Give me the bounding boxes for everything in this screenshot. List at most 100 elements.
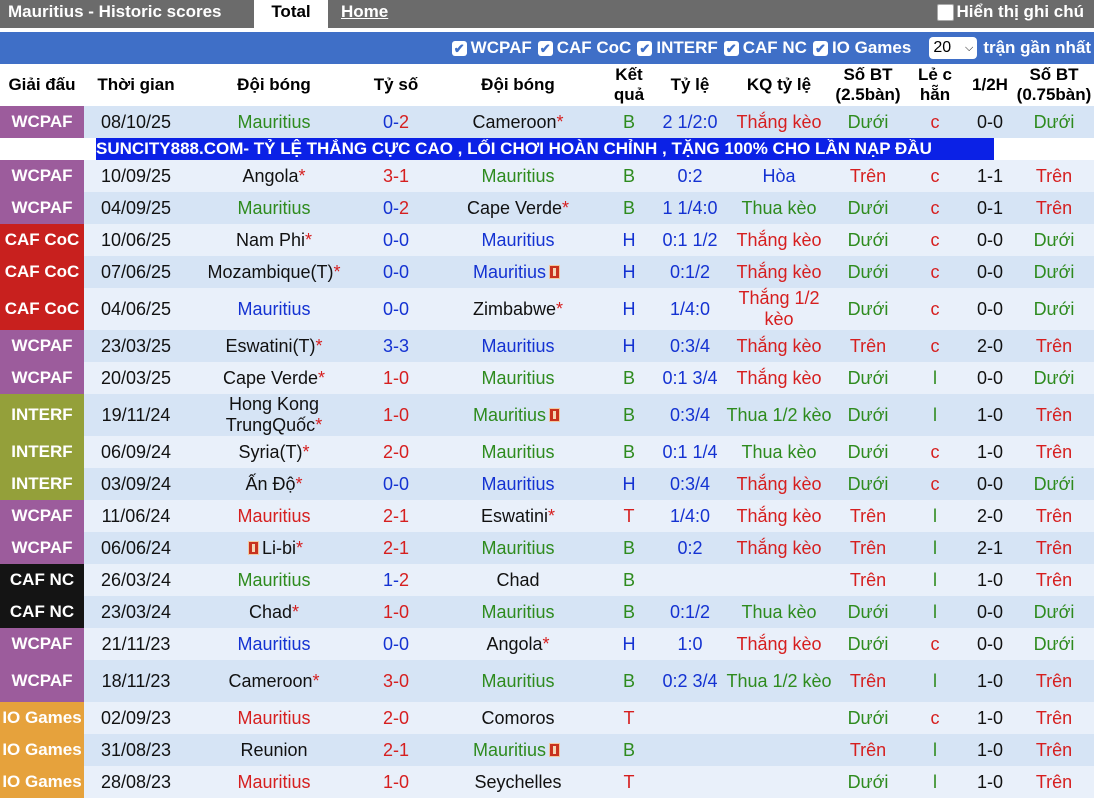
score-home: 3 [382, 335, 393, 356]
show-notes-checkbox[interactable] [936, 3, 954, 21]
home-team: Angola [242, 165, 299, 186]
table-row[interactable]: WCPAF 06/06/24 Li-bi* 2-1 Mauritius B 0:2 Thắng… [0, 532, 1094, 564]
column-header[interactable]: Số BT (0.75bàn) [1014, 64, 1094, 106]
star-icon: * [556, 111, 564, 132]
odds-result: Thua kèo [741, 441, 817, 462]
checkbox-checked-icon[interactable]: ✔ [451, 40, 467, 56]
match-date: 19/11/24 [101, 404, 171, 425]
away-team-cell: Mauritius [432, 330, 604, 362]
checkbox-checked-icon[interactable]: ✔ [637, 40, 653, 56]
star-icon: * [318, 367, 326, 388]
table-row[interactable]: CAF NC 23/03/24 Chad* 1-0 Mauritius B 0:1/2 Thu… [0, 596, 1094, 628]
home-team: Mauritius [237, 771, 311, 792]
result-cell: B [604, 532, 654, 564]
filter-label: IO Games [831, 38, 912, 57]
away-team: Mauritius [481, 473, 555, 494]
score-cell: 0-0 [360, 628, 432, 660]
over-under: Trên [849, 335, 887, 356]
table-row[interactable]: WCPAF 23/03/25 Eswatini(T)* 3-3 Mauritius H 0:… [0, 330, 1094, 362]
table-row[interactable]: IO Games 31/08/23 Reunion 2-1 Mauritius B Trên… [0, 734, 1094, 766]
odd-even-cell: l [904, 362, 966, 394]
table-row[interactable]: WCPAF 04/09/25 Mauritius 0-2 Cape Verde* B 1 1… [0, 192, 1094, 224]
over-under-075: Trên [1035, 441, 1073, 462]
over-under-075-cell: Dưới [1014, 224, 1094, 256]
away-team: Cameroon [472, 111, 557, 132]
odd-even-cell: l [904, 532, 966, 564]
home-team: Mozambique(T) [207, 261, 334, 282]
home-team: Mauritius [237, 633, 311, 654]
half-time-cell: 1-0 [966, 660, 1014, 702]
table-row[interactable]: INTERF 19/11/24 Hong Kong TrungQuốc* 1-0 Mau… [0, 394, 1094, 436]
checkbox-checked-icon[interactable]: ✔ [723, 40, 739, 56]
half-time-cell: 0-1 [966, 192, 1014, 224]
ad-banner-link[interactable]: SUNCITY888.COM- TỶ LỆ THẮNG CỰC CAO , LỐ… [96, 138, 994, 160]
result-cell: B [604, 660, 654, 702]
over-under: Dưới [847, 473, 889, 494]
table-row[interactable]: CAF NC 26/03/24 Mauritius 1-2 Chad B Trên l 1-0 T… [0, 564, 1094, 596]
column-header[interactable]: 1/2H [966, 64, 1014, 106]
half-time-score: 0-0 [976, 298, 1003, 319]
table-row[interactable]: WCPAF 10/09/25 Angola* 3-1 Mauritius B 0:2 Hòa T… [0, 160, 1094, 192]
match-count-select[interactable]: 20 ⌵ [929, 37, 978, 59]
over-under-cell: Dưới [832, 224, 904, 256]
column-header[interactable]: Thời gian [84, 64, 188, 106]
match-result: B [622, 111, 635, 132]
score-cell: 0-2 [360, 192, 432, 224]
odd-even: l [933, 771, 937, 792]
column-header[interactable]: Tỷ lệ [654, 64, 726, 106]
table-row[interactable]: CAF CoC 10/06/25 Nam Phi* 0-0 Mauritius H 0:1 … [0, 224, 1094, 256]
league-cell: INTERF [0, 394, 84, 436]
over-under-cell: Dưới [832, 628, 904, 660]
score-cell: 2-0 [360, 702, 432, 734]
score-cell: 1-2 [360, 564, 432, 596]
filter-caf-nc[interactable]: ✔ CAF NC [723, 38, 807, 58]
score-away: 0 [399, 771, 410, 792]
filter-wcpaf[interactable]: ✔ WCPAF [451, 38, 532, 58]
table-row[interactable]: INTERF 03/09/24 Ấn Độ* 0-0 Mauritius H 0:3/4 Th… [0, 468, 1094, 500]
odds-result: Thắng kèo [736, 473, 822, 494]
home-team-cell: Mauritius [188, 702, 360, 734]
table-row[interactable]: WCPAF 21/11/23 Mauritius 0-0 Angola* H 1:0 Thắn… [0, 628, 1094, 660]
match-date: 04/06/25 [100, 298, 172, 319]
column-header[interactable]: Giải đấu [0, 64, 84, 106]
away-team-cell: Mauritius [432, 660, 604, 702]
column-header[interactable]: KQ tỷ lệ [726, 64, 832, 106]
match-date: 06/09/24 [100, 441, 172, 462]
table-row[interactable]: IO Games 02/09/23 Mauritius 2-0 Comoros T Dưới… [0, 702, 1094, 734]
red-card-icon [549, 264, 561, 279]
table-row[interactable]: CAF CoC 04/06/25 Mauritius 0-0 Zimbabwe* H 1/4… [0, 288, 1094, 330]
table-row[interactable]: WCPAF 18/11/23 Cameroon* 3-0 Mauritius B 0:2 3… [0, 660, 1094, 702]
table-row[interactable]: IO Games 28/08/23 Mauritius 1-0 Seychelles T D… [0, 766, 1094, 798]
score-away: 2 [399, 111, 410, 132]
filter-interf[interactable]: ✔ INTERF [637, 38, 718, 58]
table-row[interactable]: CAF CoC 07/06/25 Mozambique(T)* 0-0 Mauritiu… [0, 256, 1094, 288]
score-away: 0 [399, 404, 410, 425]
column-header[interactable]: Số BT (2.5bàn) [832, 64, 904, 106]
odd-even: c [930, 473, 940, 494]
checkbox-checked-icon[interactable]: ✔ [812, 40, 828, 56]
show-notes-toggle[interactable]: Hiển thị ghi chú [936, 2, 1084, 22]
column-header[interactable]: Lẻ c hẵn [904, 64, 966, 106]
table-row[interactable]: INTERF 06/09/24 Syria(T)* 2-0 Mauritius B 0:1 … [0, 436, 1094, 468]
home-team: Syria(T) [238, 441, 303, 462]
tab-total[interactable]: Total [254, 0, 328, 28]
column-header[interactable]: Tỷ số [360, 64, 432, 106]
match-date: 10/06/25 [100, 229, 172, 250]
red-card-icon [247, 540, 259, 555]
table-row[interactable]: WCPAF 08/10/25 Mauritius 0-2 Cameroon* B 2 1/2… [0, 106, 1094, 138]
filter-label: CAF CoC [556, 38, 632, 57]
column-header[interactable]: Kết quả [604, 64, 654, 106]
checkbox-checked-icon[interactable]: ✔ [537, 40, 553, 56]
column-header[interactable]: Đội bóng [188, 64, 360, 106]
tab-home[interactable]: Home [341, 2, 388, 22]
page-title: Mauritius - Historic scores [8, 2, 222, 21]
odd-even: c [930, 707, 940, 728]
score-cell: 3-3 [360, 330, 432, 362]
column-header[interactable]: Đội bóng [432, 64, 604, 106]
odd-even-cell: c [904, 436, 966, 468]
table-row[interactable]: WCPAF 11/06/24 Mauritius 2-1 Eswatini* T 1/4:0… [0, 500, 1094, 532]
table-row[interactable]: WCPAF 20/03/25 Cape Verde* 1-0 Mauritius B 0:1… [0, 362, 1094, 394]
score-cell: 0-0 [360, 468, 432, 500]
filter-caf-coc[interactable]: ✔ CAF CoC [537, 38, 632, 58]
filter-io-games[interactable]: ✔ IO Games [812, 38, 912, 58]
